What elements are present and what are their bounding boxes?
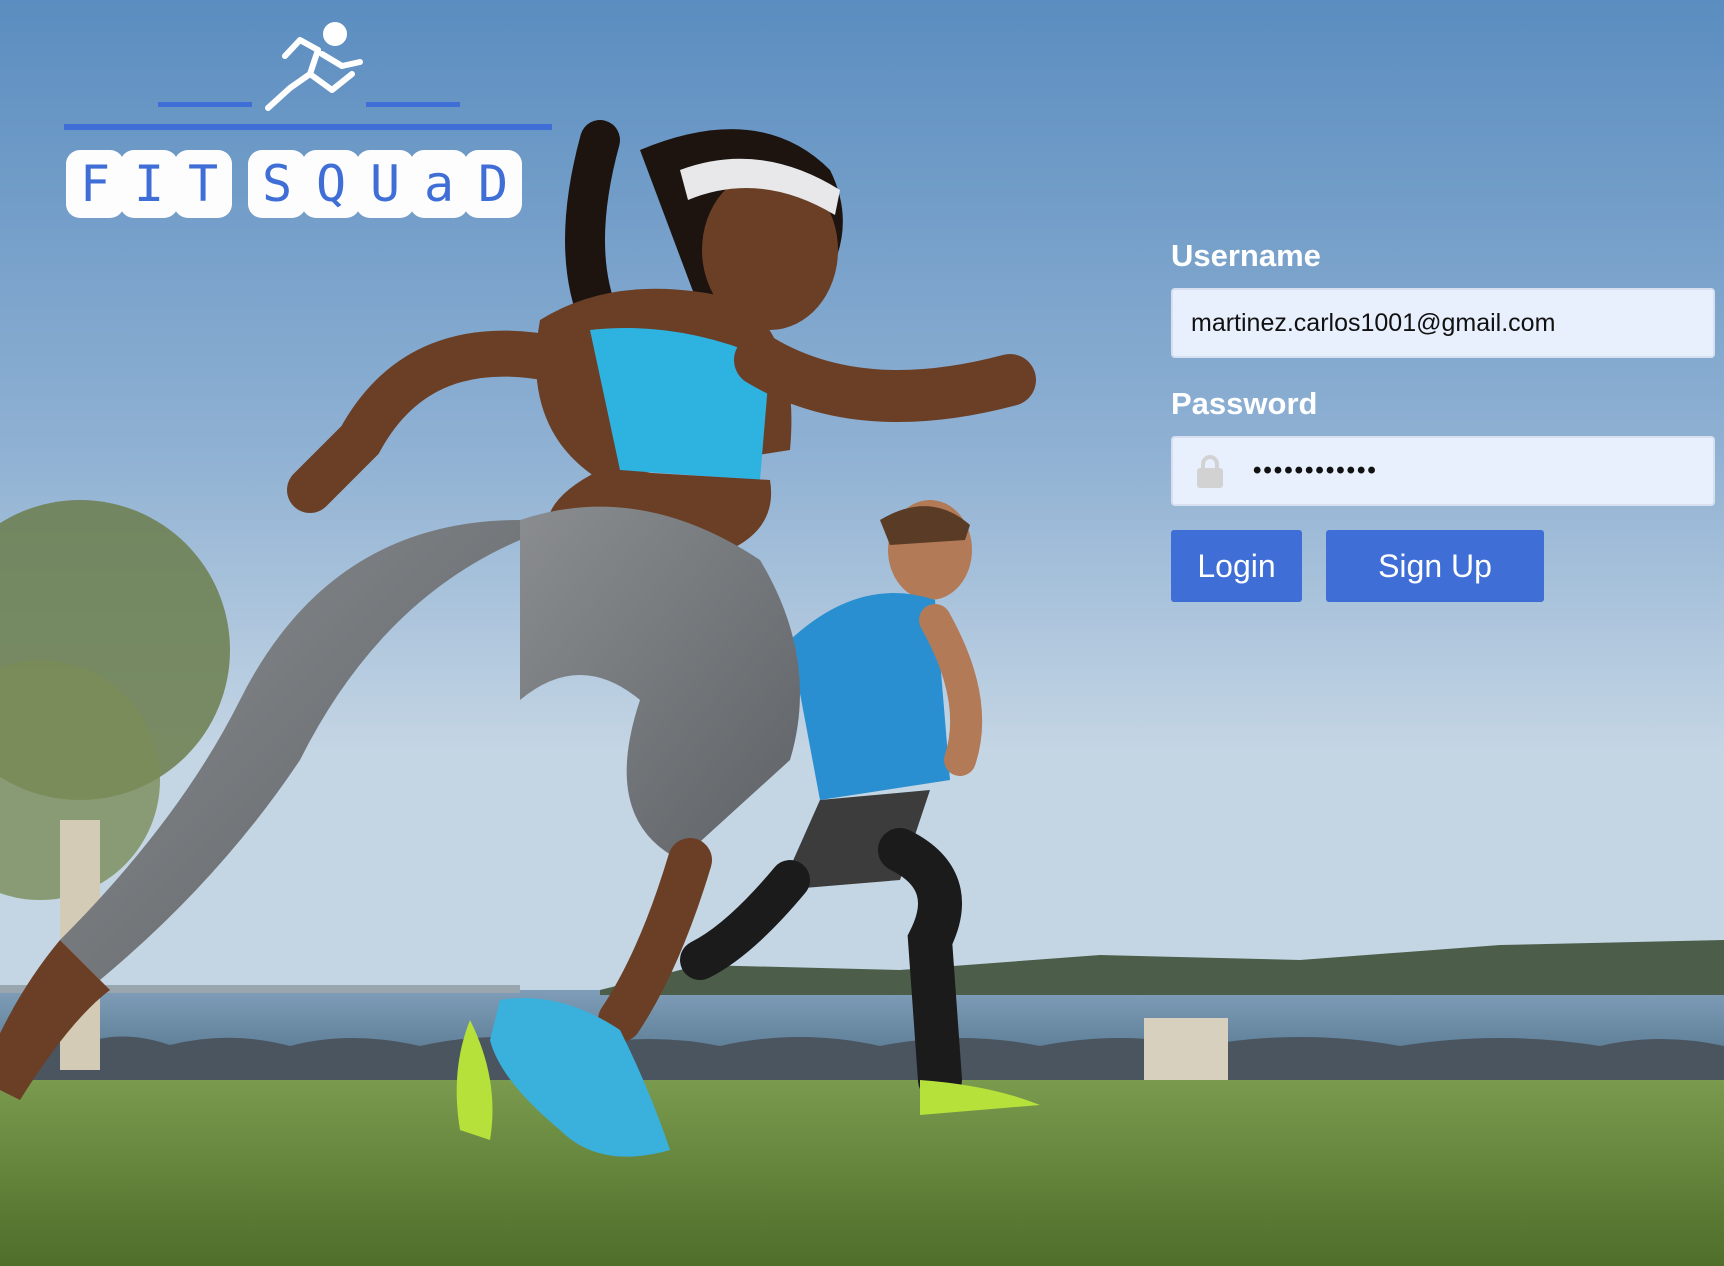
login-button[interactable]: Login <box>1171 530 1302 602</box>
fit-squad-logo: F I T S Q U a D <box>60 10 560 220</box>
logo-letter: S <box>248 150 306 218</box>
password-label: Password <box>1171 386 1318 421</box>
username-label: Username <box>1171 238 1321 273</box>
logo-letter: D <box>464 150 522 218</box>
signup-button[interactable]: Sign Up <box>1326 530 1544 602</box>
password-value: •••••••••••• <box>1253 457 1378 484</box>
login-form: Username martinez.carlos1001@gmail.com P… <box>1171 238 1715 602</box>
logo-wordmark: F I T S Q U a D <box>66 150 522 218</box>
logo-letter: I <box>120 150 178 218</box>
username-value: martinez.carlos1001@gmail.com <box>1191 308 1556 337</box>
logo-letter: U <box>356 150 414 218</box>
logo-letter: Q <box>302 150 360 218</box>
running-person-icon <box>64 22 552 130</box>
login-page: F I T S Q U a D Username martinez.carlos… <box>0 0 1724 1266</box>
username-field[interactable]: martinez.carlos1001@gmail.com <box>1171 288 1715 358</box>
logo-letter: a <box>410 150 468 218</box>
lock-icon <box>1197 455 1223 488</box>
form-actions: Login Sign Up <box>1171 530 1715 602</box>
logo-letter: F <box>66 150 124 218</box>
logo-letter: T <box>174 150 232 218</box>
password-field[interactable]: •••••••••••• <box>1171 436 1715 506</box>
